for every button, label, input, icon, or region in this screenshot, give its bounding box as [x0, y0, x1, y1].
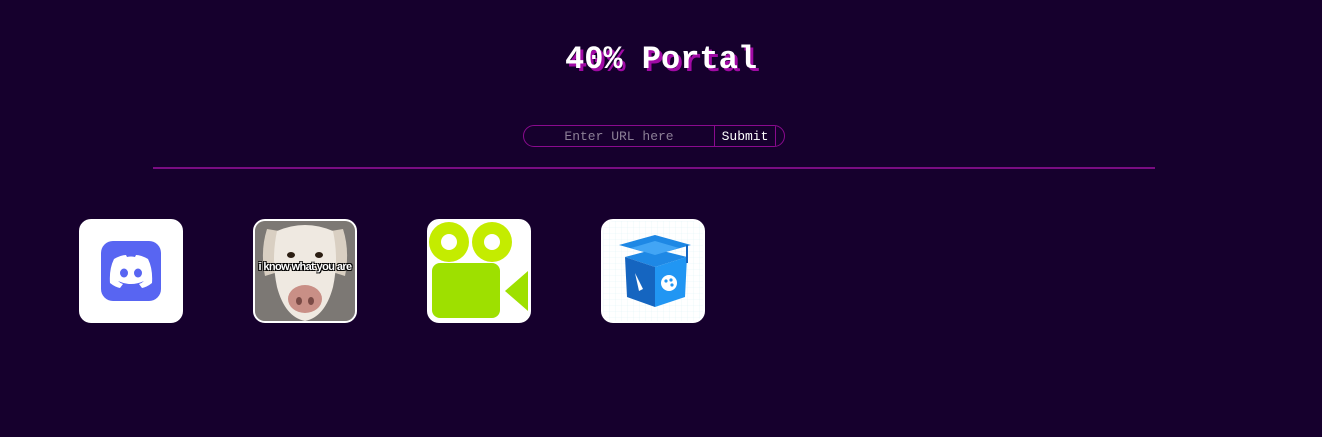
url-form: Submit [523, 125, 785, 147]
discord-icon [81, 221, 181, 321]
graduation-cap-book-icon [603, 221, 703, 321]
app-tile-discord[interactable] [79, 219, 183, 323]
video-camera-icon [429, 221, 529, 321]
url-input[interactable] [524, 126, 714, 146]
meme-caption: i know what you are [258, 261, 352, 273]
app-tile-edu[interactable] [601, 219, 705, 323]
submit-button[interactable]: Submit [714, 126, 776, 146]
app-tile-meme[interactable]: i know what you are [253, 219, 357, 323]
app-tile-video[interactable] [427, 219, 531, 323]
divider [153, 167, 1155, 169]
page-title: 40% Portal [564, 41, 758, 78]
